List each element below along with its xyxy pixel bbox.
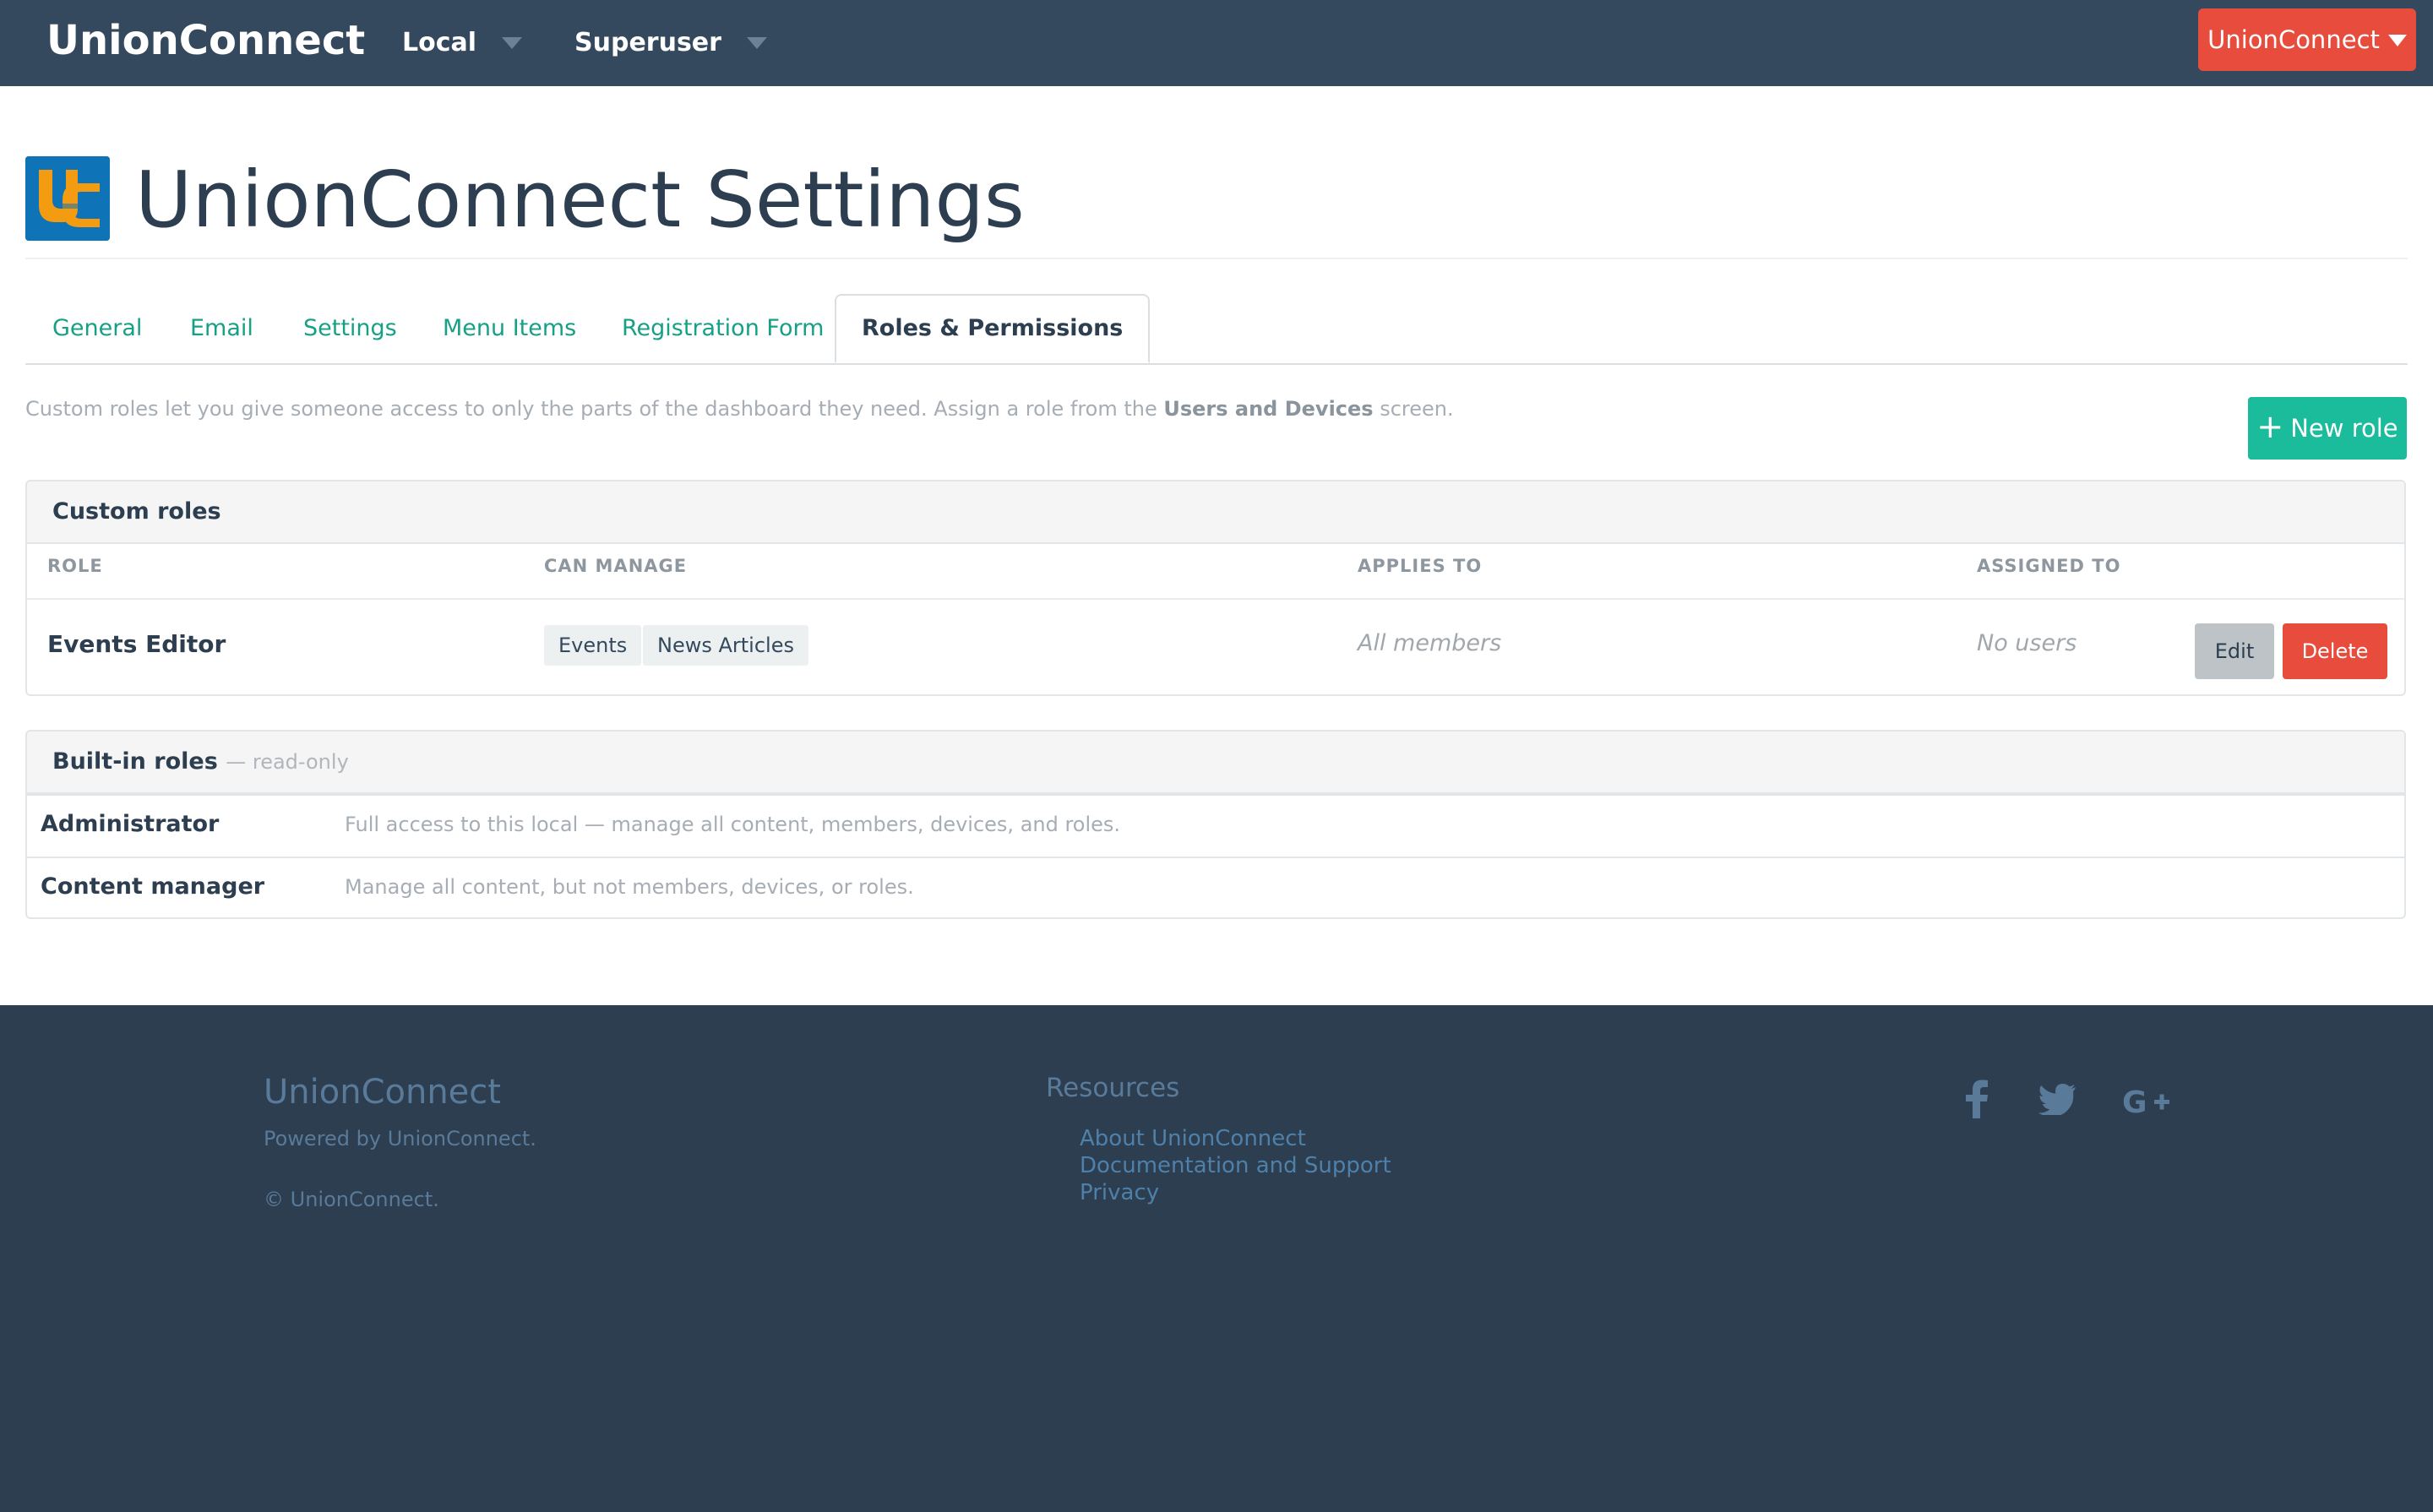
permission-chip: News Articles	[643, 625, 808, 666]
footer-link-privacy[interactable]: Privacy	[1080, 1179, 1391, 1206]
builtin-role-description: Manage all content, but not members, dev…	[345, 875, 914, 899]
local-dropdown[interactable]: Local	[402, 24, 523, 63]
new-role-button[interactable]: + New role	[2248, 397, 2407, 460]
tab-email[interactable]: Email	[190, 294, 253, 363]
tab-roles-permissions[interactable]: Roles & Permissions	[835, 294, 1151, 363]
footer-copyright: © UnionConnect.	[264, 1188, 439, 1211]
tab-general[interactable]: General	[52, 294, 142, 363]
footer-powered-by: Powered by UnionConnect.	[264, 1127, 536, 1150]
role-name: Events Editor	[47, 630, 226, 658]
caret-down-icon	[502, 37, 523, 49]
assigned-to-value: No users	[1977, 630, 2077, 656]
panel-title: Built-in roles — read-only	[27, 732, 2404, 794]
intro-text: Custom roles let you give someone access…	[25, 397, 1164, 421]
caret-down-icon	[746, 37, 767, 49]
twitter-icon[interactable]	[2038, 1083, 2076, 1115]
user-dropdown[interactable]: Superuser	[574, 24, 767, 63]
google-plus-icon[interactable]: G	[2122, 1086, 2171, 1118]
footer-links: About UnionConnect Documentation and Sup…	[1080, 1125, 1391, 1206]
intro-text-end: screen.	[1373, 397, 1454, 421]
title-divider	[25, 258, 2408, 259]
local-dropdown-label: Local	[402, 28, 477, 57]
column-header-applies-to: APPLIES TO	[1358, 556, 1483, 576]
builtin-roles-title: Built-in roles	[52, 748, 218, 775]
account-dropdown-label: UnionConnect	[2207, 25, 2380, 54]
footer-link-about[interactable]: About UnionConnect	[1080, 1125, 1391, 1152]
column-header-assigned-to: ASSIGNED TO	[1977, 556, 2121, 576]
builtin-roles-panel: Built-in roles — read-only Administrator…	[25, 730, 2406, 919]
applies-to-value: All members	[1358, 630, 1502, 656]
page-footer: UnionConnect Powered by UnionConnect. © …	[0, 1005, 2433, 1512]
page-title: UnionConnect Settings	[135, 155, 1025, 245]
user-dropdown-label: Superuser	[574, 28, 721, 57]
account-dropdown-button[interactable]: UnionConnect	[2198, 8, 2416, 71]
new-role-label: New role	[2290, 414, 2398, 443]
footer-link-docs[interactable]: Documentation and Support	[1080, 1152, 1391, 1179]
tab-menu-items[interactable]: Menu Items	[443, 294, 576, 363]
edit-role-button[interactable]: Edit	[2195, 623, 2274, 679]
navbar-brand[interactable]: UnionConnect	[46, 15, 365, 66]
plus-icon: +	[2256, 408, 2284, 445]
custom-roles-panel: Custom roles ROLE CAN MANAGE APPLIES TO …	[25, 480, 2406, 696]
permission-chip: Events	[544, 625, 642, 666]
facebook-icon[interactable]	[1965, 1080, 1989, 1118]
builtin-role-name: Administrator	[41, 811, 220, 837]
builtin-role-name: Content manager	[41, 873, 265, 900]
delete-role-button[interactable]: Delete	[2283, 623, 2387, 679]
builtin-role-row: Administrator Full access to this local …	[27, 794, 2404, 855]
svg-text:G: G	[2122, 1086, 2147, 1118]
panel-title: Custom roles	[27, 481, 2404, 544]
top-navbar: UnionConnect Local Superuser UnionConnec…	[0, 0, 2433, 86]
tab-registration-form[interactable]: Registration Form	[622, 294, 824, 363]
column-header-role: ROLE	[47, 556, 103, 576]
users-devices-link[interactable]: Users and Devices	[1163, 397, 1373, 421]
row-divider	[27, 598, 2404, 600]
unionconnect-logo	[25, 156, 110, 241]
tab-settings[interactable]: Settings	[303, 294, 397, 363]
builtin-role-description: Full access to this local — manage all c…	[345, 813, 1121, 836]
read-only-note: — read-only	[226, 750, 349, 774]
footer-brand: UnionConnect	[264, 1073, 501, 1112]
caret-down-icon	[2387, 35, 2407, 46]
footer-resources-title: Resources	[1046, 1073, 1180, 1103]
builtin-role-row: Content manager Manage all content, but …	[27, 857, 2404, 917]
column-header-can-manage: CAN MANAGE	[544, 556, 688, 576]
roles-intro-text: Custom roles let you give someone access…	[25, 397, 1454, 421]
settings-tabs: General Email Settings Menu Items Regist…	[25, 294, 2408, 365]
